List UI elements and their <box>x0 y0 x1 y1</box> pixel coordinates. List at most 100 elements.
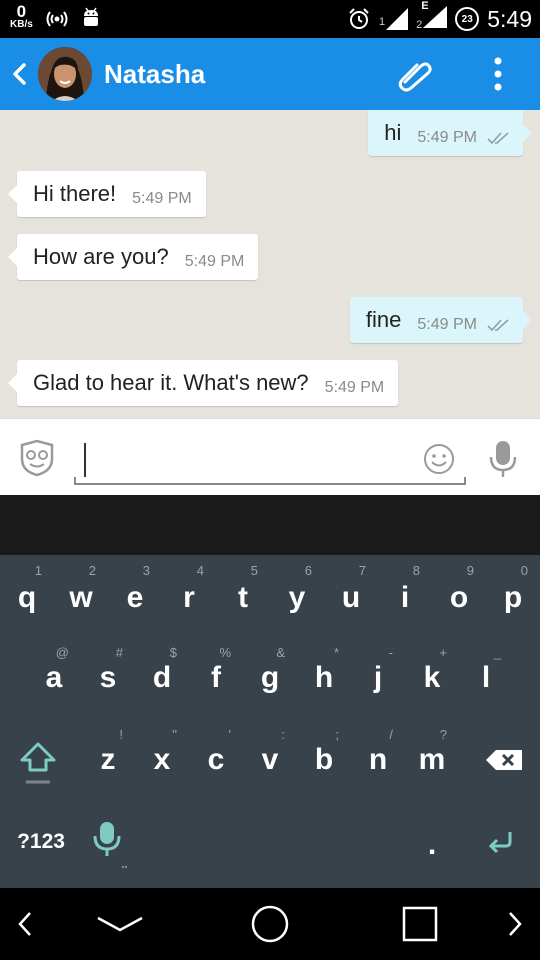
message-bubble-incoming[interactable]: Hi there! 5:49 PM <box>8 171 206 217</box>
message-list[interactable]: hi 5:49 PM Hi there! 5:49 PM How are you… <box>0 110 540 418</box>
key-hint: / <box>389 727 393 742</box>
key-label: q <box>17 581 37 614</box>
message-text: How are you? <box>33 244 169 269</box>
nav-home-button[interactable] <box>246 888 294 960</box>
enter-key[interactable] <box>474 801 528 883</box>
nav-forward-button[interactable] <box>500 888 530 960</box>
attach-icon <box>398 62 432 92</box>
key-v[interactable]: :v <box>243 719 297 801</box>
key-label: m <box>418 743 446 776</box>
message-time: 5:49 PM <box>417 316 477 333</box>
key-hint: $ <box>169 645 177 660</box>
voice-record-button[interactable] <box>486 439 520 479</box>
key-m[interactable]: ? m <box>405 719 459 801</box>
key-k[interactable]: + k <box>405 637 459 719</box>
key-e[interactable]: 3e <box>108 555 162 637</box>
key-label: h <box>314 661 334 694</box>
symbols-key[interactable]: ?123 <box>8 801 74 883</box>
nav-recents-button[interactable] <box>398 888 442 960</box>
navigation-bar <box>0 888 540 960</box>
text-cursor <box>84 443 86 477</box>
key-label: k <box>423 661 441 694</box>
signal-icon <box>386 8 409 30</box>
enter-icon <box>488 832 512 854</box>
key-label: d <box>152 661 172 694</box>
key-label: s <box>99 661 117 694</box>
backspace-key[interactable] <box>474 719 534 801</box>
key-i[interactable]: 8i <box>378 555 432 637</box>
key-label: n <box>368 743 388 776</box>
message-text: fine <box>365 307 402 332</box>
key-s[interactable]: # s <box>81 637 135 719</box>
key-hint: 5 <box>250 563 258 578</box>
key-a[interactable]: @ a <box>27 637 81 719</box>
read-ticks-icon <box>487 319 509 332</box>
key-hint: 7 <box>358 563 366 578</box>
key-o[interactable]: 9o <box>432 555 486 637</box>
nav-home-icon <box>251 905 289 943</box>
key-hint: 0 <box>520 563 528 578</box>
sim1-label: 1 <box>378 16 386 28</box>
key-z[interactable]: ! z <box>81 719 135 801</box>
key-hint: + <box>439 645 447 660</box>
key-d[interactable]: $ d <box>135 637 189 719</box>
key-label: w <box>69 581 93 614</box>
key-b[interactable]: ; b <box>297 719 351 801</box>
key-p[interactable]: 0p <box>486 555 540 637</box>
back-button[interactable] <box>8 58 30 90</box>
period-key[interactable]: . <box>405 801 459 883</box>
key-t[interactable]: 5t <box>216 555 270 637</box>
key-r[interactable]: 4r <box>162 555 216 637</box>
attach-button[interactable] <box>395 54 435 94</box>
message-input[interactable] <box>90 441 410 479</box>
sim2-network-type: E <box>421 0 429 12</box>
key-u[interactable]: 7u <box>324 555 378 637</box>
key-q[interactable]: 1q <box>0 555 54 637</box>
shift-icon <box>20 742 56 784</box>
key-hint: " <box>172 727 177 742</box>
message-input-field[interactable] <box>74 437 466 485</box>
more-options-button[interactable] <box>486 54 510 94</box>
shift-key[interactable] <box>10 719 66 801</box>
key-n[interactable]: / n <box>351 719 405 801</box>
battery-level: 23 <box>461 13 473 25</box>
key-l[interactable]: _ l <box>459 637 513 719</box>
message-bubble-incoming[interactable]: How are you? 5:49 PM <box>7 234 259 280</box>
key-label: e <box>126 581 144 614</box>
nav-recents-icon <box>402 906 438 942</box>
key-label: c <box>207 743 225 776</box>
message-text: hi <box>384 120 402 145</box>
key-hint: : <box>281 727 285 742</box>
wifi-hotspot-icon <box>46 11 68 27</box>
contact-name[interactable]: Natasha <box>104 59 205 90</box>
period-label: . <box>427 828 437 861</box>
status-bar: 0 KB/s 1 2 E 23 5:49 <box>0 0 540 38</box>
key-label: o <box>449 581 469 614</box>
nav-back-button[interactable] <box>10 888 40 960</box>
space-key[interactable] <box>136 801 402 883</box>
key-f[interactable]: % f <box>189 637 243 719</box>
key-w[interactable]: 2w <box>54 555 108 637</box>
message-text: Hi there! <box>33 181 117 206</box>
key-hint: @ <box>55 645 69 660</box>
mask-button[interactable] <box>18 439 56 477</box>
key-label: g <box>260 661 280 694</box>
avatar[interactable] <box>38 47 92 101</box>
message-bubble-outgoing[interactable]: fine 5:49 PM <box>349 297 533 343</box>
key-hint: - <box>388 645 393 660</box>
key-y[interactable]: 6y <box>270 555 324 637</box>
key-hint: ! <box>119 727 123 742</box>
key-hint: ? <box>439 727 447 742</box>
key-j[interactable]: -j <box>351 637 405 719</box>
back-icon <box>13 63 26 85</box>
key-h[interactable]: * h <box>297 637 351 719</box>
key-c[interactable]: ' c <box>189 719 243 801</box>
keyboard-mic-key[interactable] <box>80 801 134 883</box>
message-bubble-incoming[interactable]: Glad to hear it. What's new? 5:49 PM <box>7 360 399 406</box>
network-speed-value: 0 <box>16 2 27 21</box>
message-bubble-outgoing[interactable]: hi 5:49 PM <box>368 110 532 156</box>
key-x[interactable]: " x <box>135 719 189 801</box>
key-g[interactable]: & g <box>243 637 297 719</box>
emoji-button[interactable] <box>423 443 455 475</box>
nav-hide-keyboard-button[interactable] <box>92 888 148 960</box>
